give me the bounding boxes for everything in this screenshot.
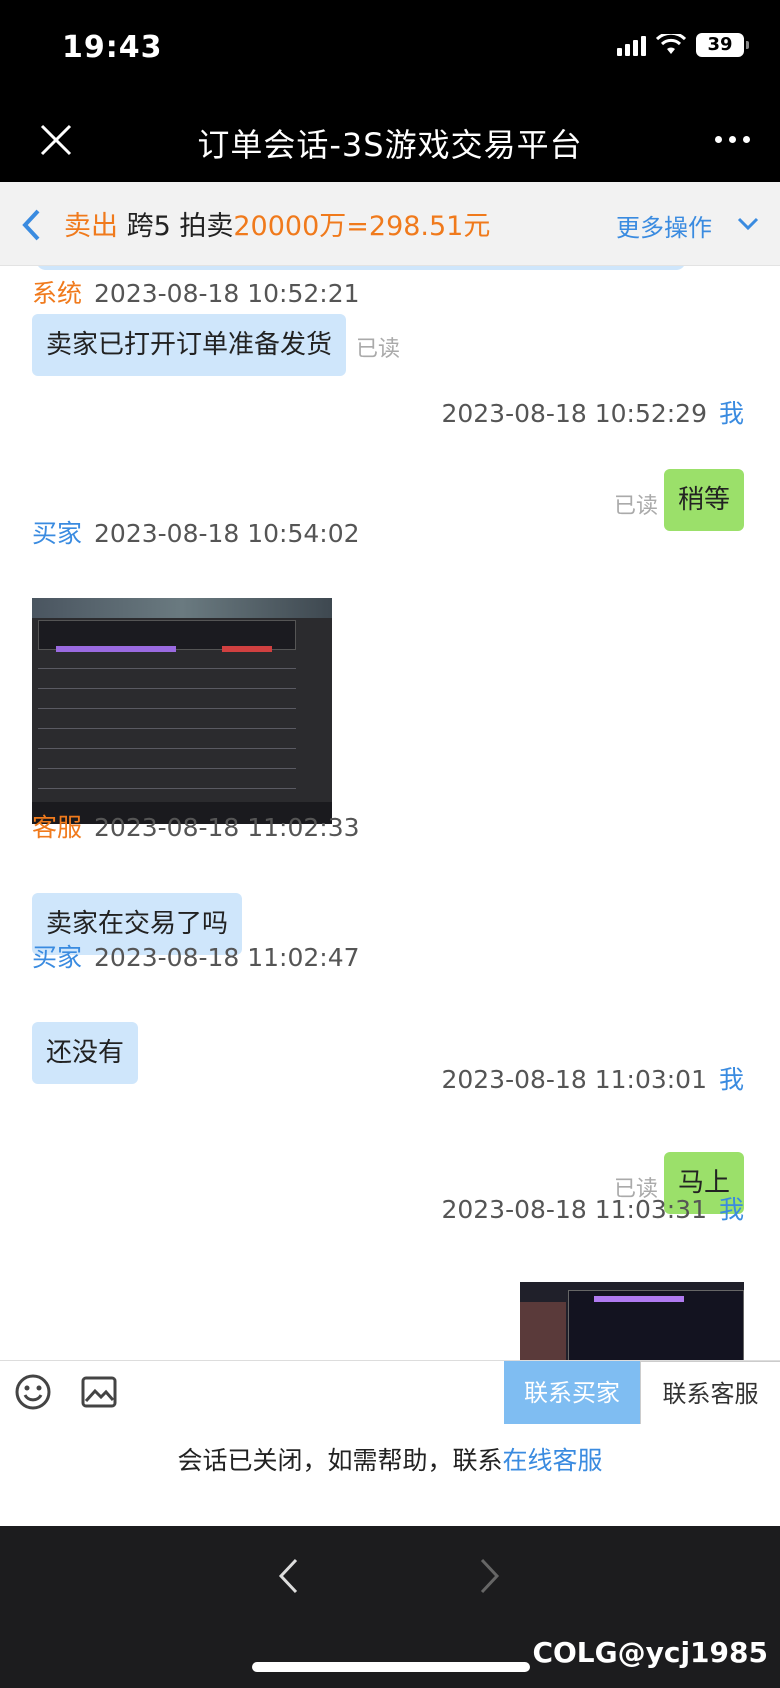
message-meta: 买家 2023-08-18 11:02:47 — [32, 938, 360, 974]
nav-forward-icon[interactable] — [478, 1556, 502, 1596]
read-status: 已读 — [356, 337, 401, 362]
wifi-icon — [656, 34, 686, 54]
image-message[interactable] — [520, 1282, 744, 1360]
message-time: 2023-08-18 11:02:33 — [94, 813, 360, 842]
message-time: 2023-08-18 10:52:29 — [441, 399, 707, 428]
message-time: 2023-08-18 11:03:01 — [441, 1065, 707, 1094]
sender-role: 买家 — [32, 519, 83, 548]
message-time: 2023-08-18 11:03:31 — [441, 1195, 707, 1224]
message-meta: 2023-08-18 11:03:01 我 — [441, 1060, 744, 1096]
message-meta: 买家 2023-08-18 10:54:02 — [32, 514, 360, 550]
status-indicators: 39 — [617, 33, 749, 57]
sender-role: 客服 — [32, 813, 83, 842]
message-time: 2023-08-18 10:52:21 — [94, 279, 360, 308]
order-server: 跨5 — [126, 211, 171, 242]
message-time: 2023-08-18 11:02:47 — [94, 943, 360, 972]
page-title: 订单会话-3S游戏交易平台 — [197, 126, 583, 164]
message-bubble: 还没有 — [32, 1022, 139, 1084]
watermark: COLG@ycj1985 — [532, 1636, 768, 1669]
message-bubble: 稍等 — [663, 469, 744, 531]
battery-icon: 39 — [696, 33, 749, 57]
chevron-down-icon[interactable] — [736, 216, 760, 232]
message-bubble — [36, 266, 686, 270]
message-meta: 2023-08-18 10:52:29 我 — [441, 394, 744, 430]
message-meta: 客服 2023-08-18 11:02:33 — [32, 808, 360, 844]
closed-note-text: 会话已关闭，如需帮助，联系 — [177, 1446, 503, 1475]
status-time: 19:43 — [62, 30, 163, 65]
message-time: 2023-08-18 10:54:02 — [94, 519, 360, 548]
more-operations-button[interactable]: 更多操作 — [616, 208, 712, 243]
sender-me: 我 — [718, 1065, 744, 1094]
order-type: 卖出 — [64, 211, 118, 242]
session-closed-note: 会话已关闭，如需帮助，联系在线客服 — [0, 1424, 780, 1526]
contact-support-button[interactable]: 联系客服 — [640, 1361, 780, 1425]
home-indicator[interactable] — [252, 1662, 530, 1672]
sender-me: 我 — [718, 1195, 744, 1224]
contact-buyer-button[interactable]: 联系买家 — [504, 1361, 640, 1425]
status-bar: 19:43 39 — [0, 0, 780, 100]
online-support-link[interactable]: 在线客服 — [503, 1446, 603, 1475]
order-price: 20000万=298.51元 — [233, 211, 491, 242]
signal-icon — [617, 34, 646, 56]
input-bar: 联系买家 联系客服 — [0, 1360, 780, 1425]
sender-role: 买家 — [32, 943, 83, 972]
sender-role: 系统 — [32, 279, 83, 308]
message-meta: 2023-08-18 11:03:31 我 — [441, 1190, 744, 1226]
emoji-icon[interactable] — [14, 1373, 52, 1411]
order-mode: 拍卖 — [179, 211, 234, 242]
chat-area[interactable]: 系统 2023-08-18 10:52:21 卖家已打开订单准备发货 已读 202… — [0, 266, 780, 1360]
title-bar: 订单会话-3S游戏交易平台 — [0, 100, 780, 182]
more-icon[interactable] — [715, 136, 750, 143]
browser-bar: COLG@ycj1985 — [0, 1526, 780, 1688]
order-bar: 卖出 跨5 拍卖20000万=298.51元 更多操作 — [0, 182, 780, 266]
image-message[interactable] — [32, 598, 332, 824]
back-arrow-icon[interactable] — [20, 208, 42, 242]
read-status: 已读 — [614, 494, 659, 519]
sender-me: 我 — [718, 399, 744, 428]
order-summary: 卖出 跨5 拍卖20000万=298.51元 — [64, 204, 490, 243]
message-meta: 系统 2023-08-18 10:52:21 — [32, 274, 360, 310]
nav-back-icon[interactable] — [276, 1556, 300, 1596]
image-icon[interactable] — [80, 1373, 118, 1411]
message-bubble: 卖家已打开订单准备发货 — [32, 314, 347, 376]
